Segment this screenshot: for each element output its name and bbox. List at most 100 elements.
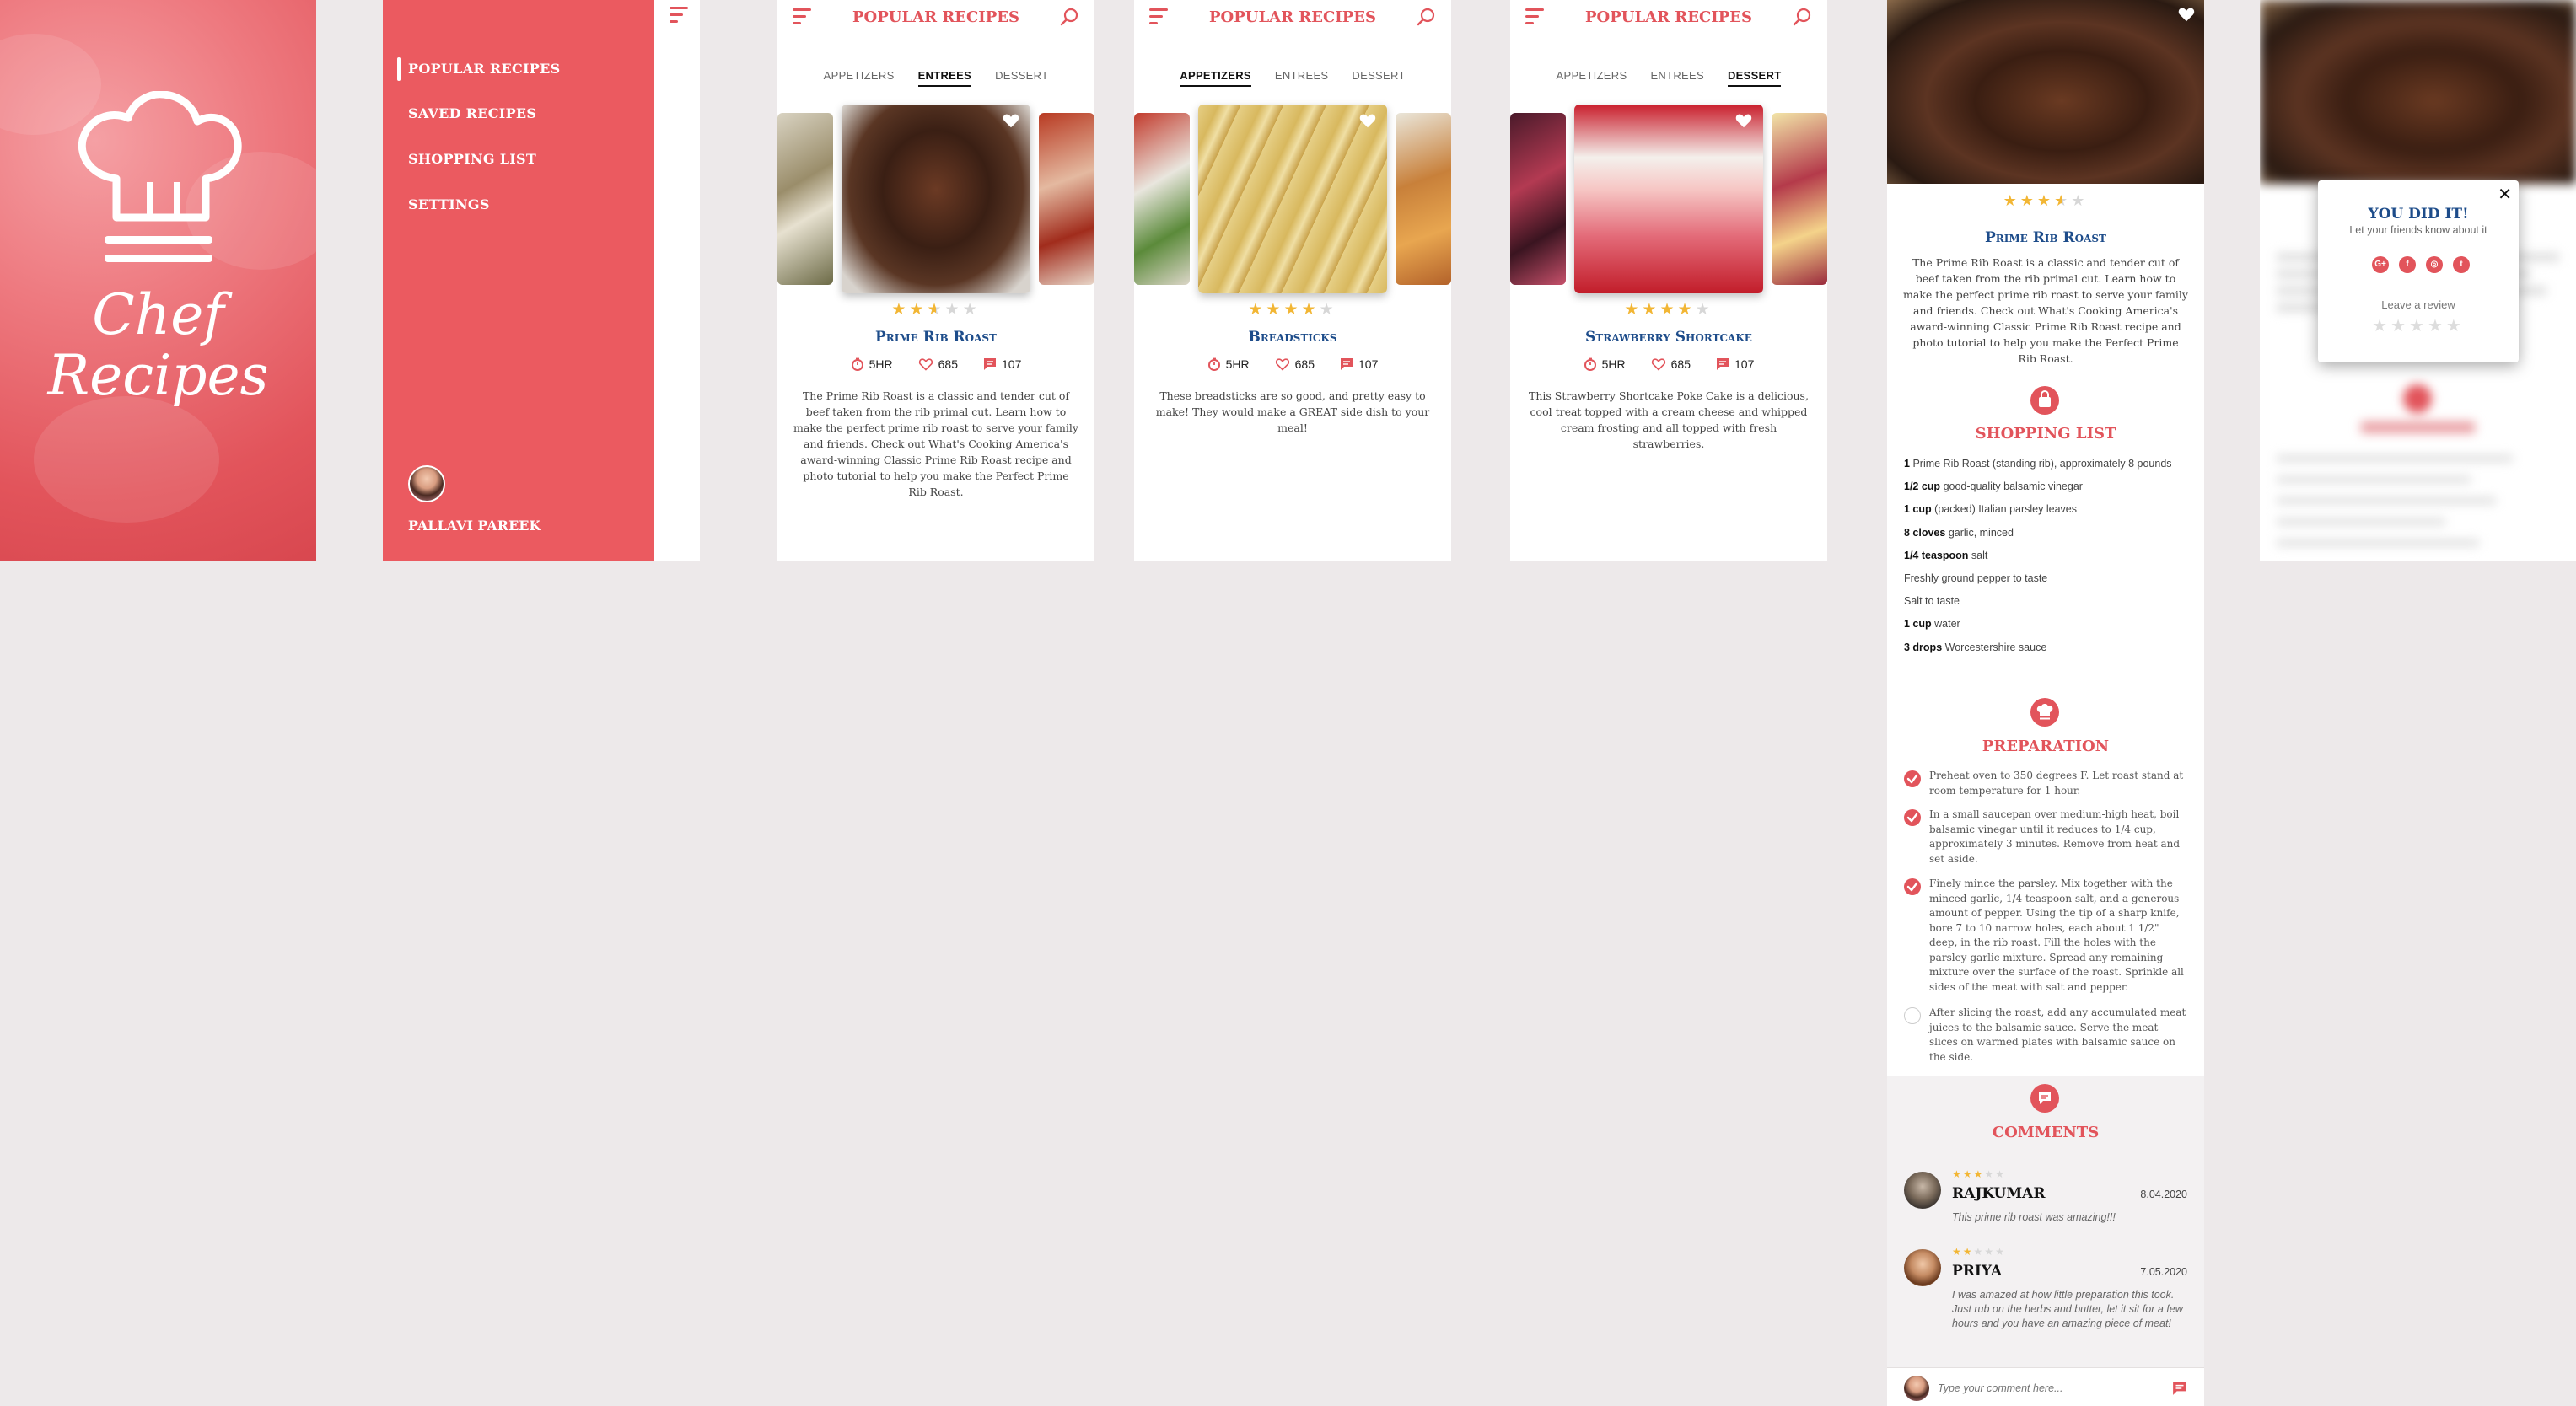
recipe-title: Breadsticks bbox=[1248, 329, 1337, 346]
tab-entrees[interactable]: ENTREES bbox=[1275, 69, 1329, 87]
recipe-carousel[interactable] bbox=[777, 105, 1094, 295]
tab-appetizers[interactable]: APPETIZERS bbox=[1557, 69, 1627, 87]
search-icon[interactable] bbox=[1792, 7, 1812, 27]
dialog-subtitle: Let your friends know about it bbox=[2349, 224, 2487, 236]
recipe-card-image[interactable] bbox=[1574, 105, 1763, 293]
recipe-description: The Prime Rib Roast is a classic and ten… bbox=[1903, 256, 2188, 365]
rating-stars: ★★★★★ bbox=[1624, 301, 1713, 319]
ingredient-quantity: 3 drops bbox=[1904, 641, 1943, 653]
heart-icon[interactable] bbox=[1734, 111, 1753, 130]
splash-title: Chef Recipes bbox=[0, 285, 316, 406]
recipe-card-prev[interactable] bbox=[1134, 113, 1190, 285]
step-checked-icon[interactable] bbox=[1904, 878, 1921, 895]
ingredient-item: 1/4 teaspoon salt bbox=[1904, 550, 1987, 561]
comments-count: 107 bbox=[1002, 357, 1022, 371]
google-plus-icon[interactable]: G+ bbox=[2372, 256, 2389, 273]
recipe-title: Strawberry Shortcake bbox=[1585, 329, 1752, 346]
step-checked-icon[interactable] bbox=[1904, 809, 1921, 826]
menu-icon[interactable] bbox=[670, 7, 690, 24]
instagram-icon[interactable]: ◎ bbox=[2426, 256, 2443, 273]
ingredient-item: 1 Prime Rib Roast (standing rib), approx… bbox=[1904, 458, 2172, 470]
comment-rating: ★★★★★ bbox=[1952, 1168, 2006, 1180]
ingredient-text: garlic, minced bbox=[1948, 526, 2014, 539]
comment-icon[interactable] bbox=[1716, 357, 1729, 371]
recipe-description: This Strawberry Shortcake Poke Cake is a… bbox=[1529, 389, 1809, 450]
ingredient-text: Worcestershire sauce bbox=[1944, 641, 2047, 653]
likes-count: 685 bbox=[1294, 357, 1315, 371]
ingredient-text: Freshly ground pepper to taste bbox=[1904, 572, 2048, 584]
ingredient-item: 1/2 cup good-quality balsamic vinegar bbox=[1904, 480, 2083, 492]
rating-stars: ★★★★★ bbox=[2003, 192, 2089, 209]
drawer-item-saved-recipes[interactable]: SAVED RECIPES bbox=[408, 105, 536, 121]
comment-text: This prime rib roast was amazing!!! bbox=[1952, 1211, 2116, 1223]
ingredient-item: 8 cloves garlic, minced bbox=[1904, 527, 2014, 539]
chef-hat-icon bbox=[78, 91, 242, 262]
twitter-icon[interactable]: t bbox=[2453, 256, 2470, 273]
cook-time: 5HR bbox=[869, 357, 893, 371]
recipe-card-image[interactable] bbox=[842, 105, 1030, 293]
user-avatar[interactable] bbox=[408, 465, 445, 502]
leave-review-label: Leave a review bbox=[2381, 298, 2455, 311]
ingredient-quantity: 1 cup bbox=[1904, 618, 1932, 631]
recipe-card-next[interactable] bbox=[1396, 113, 1451, 285]
ingredient-text: good-quality balsamic vinegar bbox=[1943, 480, 2083, 493]
tab-dessert[interactable]: DESSERT bbox=[1352, 69, 1405, 87]
recipe-card-prev[interactable] bbox=[777, 113, 833, 285]
divider bbox=[1887, 1367, 2204, 1368]
review-stars[interactable]: ★★★★★ bbox=[2318, 315, 2519, 336]
drawer-item-popular-recipes[interactable]: POPULAR RECIPES bbox=[408, 61, 560, 77]
tab-dessert[interactable]: DESSERT bbox=[995, 69, 1048, 87]
search-icon[interactable] bbox=[1416, 7, 1436, 27]
recipe-card-next[interactable] bbox=[1039, 113, 1094, 285]
likes-icon[interactable] bbox=[1651, 357, 1666, 371]
commenter-avatar[interactable] bbox=[1904, 1172, 1941, 1209]
recipe-carousel[interactable] bbox=[1134, 105, 1451, 295]
cook-time: 5HR bbox=[1601, 357, 1626, 371]
heart-icon[interactable] bbox=[2177, 5, 2196, 24]
category-tabs: APPETIZERS ENTREES DESSERT bbox=[1134, 69, 1451, 87]
drawer-item-settings[interactable]: SETTINGS bbox=[408, 196, 490, 212]
recipe-meta: 5HR 685 107 bbox=[777, 357, 1094, 371]
recipe-carousel[interactable] bbox=[1510, 105, 1827, 295]
ingredient-item: 1 cup (packed) Italian parsley leaves bbox=[1904, 503, 2077, 515]
heart-icon[interactable] bbox=[1358, 111, 1377, 130]
recipe-card-image[interactable] bbox=[1198, 105, 1387, 293]
comment-date: 8.04.2020 bbox=[2140, 1189, 2187, 1200]
timer-icon bbox=[1207, 357, 1220, 371]
comment-icon[interactable] bbox=[983, 357, 997, 371]
ingredient-item: 1 cup water bbox=[1904, 618, 1960, 630]
comment-icon[interactable] bbox=[1340, 357, 1353, 371]
recipe-card-next[interactable] bbox=[1772, 113, 1827, 285]
tab-appetizers[interactable]: APPETIZERS bbox=[824, 69, 895, 87]
comments-count: 107 bbox=[1734, 357, 1755, 371]
step-checked-icon[interactable] bbox=[1904, 770, 1921, 787]
close-icon[interactable]: ✕ bbox=[2498, 184, 2512, 205]
step-unchecked-icon[interactable] bbox=[1904, 1007, 1921, 1024]
tab-entrees[interactable]: ENTREES bbox=[917, 69, 972, 87]
likes-icon[interactable] bbox=[1275, 357, 1290, 371]
facebook-icon[interactable]: f bbox=[2399, 256, 2416, 273]
heart-icon[interactable] bbox=[1002, 111, 1020, 130]
drawer-panel: POPULAR RECIPES SAVED RECIPES SHOPPING L… bbox=[383, 0, 654, 561]
comment-rating: ★★★★★ bbox=[1952, 1246, 2006, 1258]
recipe-title: Prime Rib Roast bbox=[874, 329, 997, 346]
likes-icon[interactable] bbox=[918, 357, 933, 371]
likes-count: 685 bbox=[1670, 357, 1691, 371]
search-icon[interactable] bbox=[1059, 7, 1079, 27]
tab-appetizers[interactable]: APPETIZERS bbox=[1180, 69, 1251, 87]
send-comment-icon[interactable] bbox=[2172, 1381, 2187, 1396]
comment-input[interactable] bbox=[1938, 1379, 2157, 1398]
recipes-screen-dessert: POPULAR RECIPES APPETIZERS ENTREES DESSE… bbox=[1510, 0, 1827, 561]
hero-image bbox=[1887, 0, 2204, 184]
recipe-card-prev[interactable] bbox=[1510, 113, 1566, 285]
tab-entrees[interactable]: ENTREES bbox=[1650, 69, 1704, 87]
drawer-item-shopping-list[interactable]: SHOPPING LIST bbox=[408, 151, 536, 167]
active-item-indicator bbox=[397, 57, 401, 81]
comment-icon bbox=[2030, 1084, 2059, 1113]
comment-date: 7.05.2020 bbox=[2140, 1266, 2187, 1278]
shopping-bag-icon bbox=[2030, 386, 2059, 415]
timer-icon bbox=[1584, 357, 1596, 371]
app-title: POPULAR RECIPES bbox=[1585, 8, 1752, 26]
tab-dessert[interactable]: DESSERT bbox=[1727, 69, 1782, 87]
commenter-avatar[interactable] bbox=[1904, 1249, 1941, 1286]
